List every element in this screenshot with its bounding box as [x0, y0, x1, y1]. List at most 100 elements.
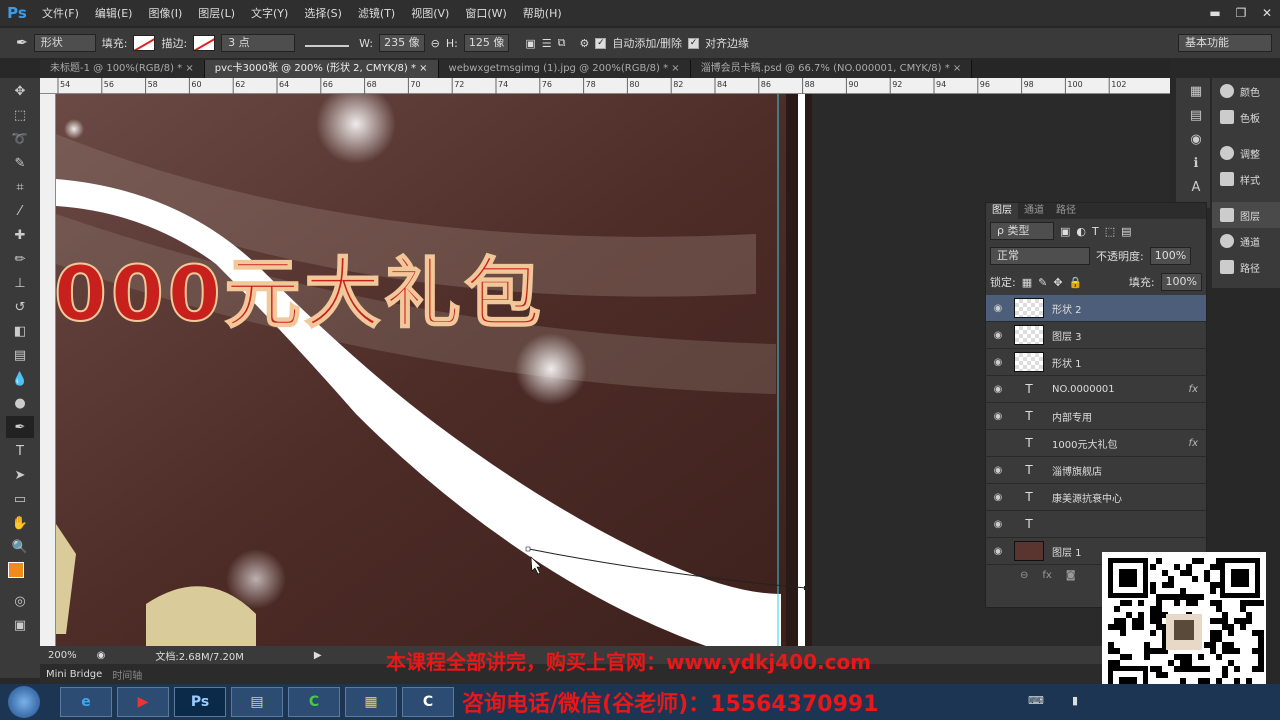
network-tray-icon[interactable]: ▮ [1072, 694, 1078, 707]
tab-paths[interactable]: 路径 [1050, 203, 1082, 219]
layer-filter-dropdown[interactable]: ρ 类型 [990, 222, 1054, 240]
path-alignment-icon[interactable]: ☰ [542, 37, 552, 50]
visibility-eye-icon[interactable]: ◉ [986, 465, 1010, 476]
layer-row[interactable]: ◉ 形状 2 [986, 295, 1206, 322]
ie-taskbar-icon[interactable]: e [60, 687, 112, 717]
link-icon[interactable]: ⊖ [431, 37, 440, 50]
workspace-dropdown[interactable]: 基本功能 [1178, 34, 1272, 52]
tab-channels[interactable]: 通道 [1018, 203, 1050, 219]
mode-dropdown[interactable]: 形状 [33, 34, 96, 52]
width-field[interactable]: 235 像 [379, 34, 425, 52]
tab-untitled[interactable]: 未标题-1 @ 100%(RGB/8) * × [40, 60, 205, 78]
styles-panel-button[interactable]: 样式 [1212, 166, 1280, 192]
blend-mode-dropdown[interactable]: 正常 [990, 247, 1090, 265]
visibility-eye-icon[interactable]: ◉ [986, 384, 1010, 395]
eyedropper-tool-icon[interactable]: ⁄ [6, 200, 34, 222]
tab-webwx-image[interactable]: webwxgetmsgimg (1).jpg @ 200%(RGB/8) * × [438, 60, 691, 78]
layers-panel-button[interactable]: 图层 [1212, 202, 1280, 228]
layer-row[interactable]: ◉ T 内部专用 [986, 403, 1206, 430]
quick-select-tool-icon[interactable]: ✎ [6, 152, 34, 174]
filter-shape-icon[interactable]: ⬚ [1105, 225, 1115, 238]
quick-mask-icon[interactable]: ◎ [6, 590, 34, 612]
fill-field[interactable]: 100% [1160, 273, 1202, 291]
visibility-eye-icon[interactable]: ◉ [986, 411, 1010, 422]
layer-row[interactable]: ◉ T [986, 511, 1206, 538]
layer-row[interactable]: ◉ T 康美源抗衰中心 [986, 484, 1206, 511]
screen-mode-icon[interactable]: ▣ [6, 614, 34, 636]
keyboard-tray-icon[interactable]: ⌨ [1028, 694, 1044, 707]
visibility-eye-icon[interactable]: ◉ [986, 546, 1010, 557]
visibility-eye-icon[interactable]: ◉ [986, 492, 1010, 503]
menu-help[interactable]: 帮助(H) [515, 5, 570, 21]
color-panel-button[interactable]: 颜色 [1212, 78, 1280, 104]
hand-tool-icon[interactable]: ✋ [6, 512, 34, 534]
layer-row[interactable]: ◉ 形状 1 [986, 349, 1206, 376]
visibility-eye-icon[interactable]: ◉ [986, 357, 1010, 368]
layer-row[interactable]: ◉ T NO.0000001 fx [986, 376, 1206, 403]
lock-position-icon[interactable]: ✥ [1053, 276, 1062, 289]
layer-effects-icon[interactable]: fx [1189, 438, 1198, 449]
layer-row[interactable]: ◉ T 淄博旗舰店 [986, 457, 1206, 484]
mini-bridge-tab[interactable]: Mini Bridge [46, 669, 102, 680]
close-icon[interactable]: ✕ [1254, 3, 1280, 23]
stroke-style-dropdown[interactable] [305, 39, 350, 47]
menu-type[interactable]: 文字(Y) [243, 5, 296, 21]
restore-icon[interactable]: ❐ [1228, 3, 1254, 23]
brush-tool-icon[interactable]: ✏ [6, 248, 34, 270]
blur-tool-icon[interactable]: 💧 [6, 368, 34, 390]
character-panel-icon[interactable]: A [1182, 176, 1210, 198]
foreground-color-icon[interactable] [8, 562, 24, 578]
tab-layers[interactable]: 图层 [986, 203, 1018, 219]
camtasia-recorder-taskbar-icon[interactable]: C [402, 687, 454, 717]
menu-filter[interactable]: 滤镜(T) [350, 5, 403, 21]
move-tool-icon[interactable]: ✥ [6, 80, 34, 102]
explorer-taskbar-icon[interactable]: ▤ [231, 687, 283, 717]
pen-tool-icon[interactable]: ✒ [16, 35, 28, 51]
photoshop-taskbar-icon[interactable]: Ps [174, 687, 226, 717]
healing-tool-icon[interactable]: ✚ [6, 224, 34, 246]
timeline-tab[interactable]: 时间轴 [112, 667, 142, 682]
zoom-tool-icon[interactable]: 🔍 [6, 536, 34, 558]
path-arrange-icon[interactable]: ⧉ [558, 36, 566, 50]
lock-transparency-icon[interactable]: ▦ [1022, 276, 1032, 289]
menu-edit[interactable]: 编辑(E) [87, 5, 141, 21]
visibility-eye-icon[interactable]: ◉ [986, 519, 1010, 530]
fill-swatch[interactable] [133, 35, 156, 51]
visibility-eye-icon[interactable]: ◉ [986, 330, 1010, 341]
zoom-menu-icon[interactable]: ◉ [97, 650, 106, 661]
menu-view[interactable]: 视图(V) [403, 5, 457, 21]
adjustments-panel-button[interactable]: 调整 [1212, 140, 1280, 166]
lasso-tool-icon[interactable]: ➰ [6, 128, 34, 150]
camtasia-taskbar-icon[interactable]: C [288, 687, 340, 717]
stroke-size-field[interactable]: 3 点 [221, 34, 296, 52]
align-edges-checkbox[interactable]: ✓ [688, 37, 700, 49]
marquee-tool-icon[interactable]: ⬚ [6, 104, 34, 126]
stroke-swatch[interactable] [193, 35, 216, 51]
menu-window[interactable]: 窗口(W) [457, 5, 514, 21]
properties-panel-icon[interactable]: ◉ [1182, 128, 1210, 150]
start-button-icon[interactable] [8, 686, 40, 718]
gear-icon[interactable]: ⚙ [579, 37, 589, 50]
layer-row[interactable]: ◉ 图层 3 [986, 322, 1206, 349]
link-layers-icon[interactable]: ⊖ [1020, 570, 1028, 581]
menu-image[interactable]: 图像(I) [140, 5, 190, 21]
history-panel-icon[interactable]: ▦ [1182, 80, 1210, 102]
actions-panel-icon[interactable]: ▤ [1182, 104, 1210, 126]
media-player-taskbar-icon[interactable]: ▶ [117, 687, 169, 717]
tab-pvc-card[interactable]: pvc卡3000张 @ 200% (形状 2, CMYK/8) * × [204, 60, 439, 78]
lock-all-icon[interactable]: 🔒 [1069, 276, 1083, 289]
height-field[interactable]: 125 像 [463, 34, 510, 52]
pen-tool-icon[interactable]: ✒ [6, 416, 34, 438]
color-swatches-icon[interactable] [6, 560, 34, 588]
channels-panel-button[interactable]: 通道 [1212, 228, 1280, 254]
gradient-tool-icon[interactable]: ▤ [6, 344, 34, 366]
layer-style-icon[interactable]: fx [1042, 570, 1051, 581]
eraser-tool-icon[interactable]: ◧ [6, 320, 34, 342]
menu-select[interactable]: 选择(S) [296, 5, 350, 21]
crop-tool-icon[interactable]: ⌗ [6, 176, 34, 198]
visibility-eye-icon[interactable]: ◉ [986, 303, 1010, 314]
layer-effects-icon[interactable]: fx [1189, 384, 1198, 395]
paths-panel-button[interactable]: 路径 [1212, 254, 1280, 280]
filter-type-icon[interactable]: T [1092, 225, 1099, 238]
menu-layer[interactable]: 图层(L) [190, 5, 243, 21]
